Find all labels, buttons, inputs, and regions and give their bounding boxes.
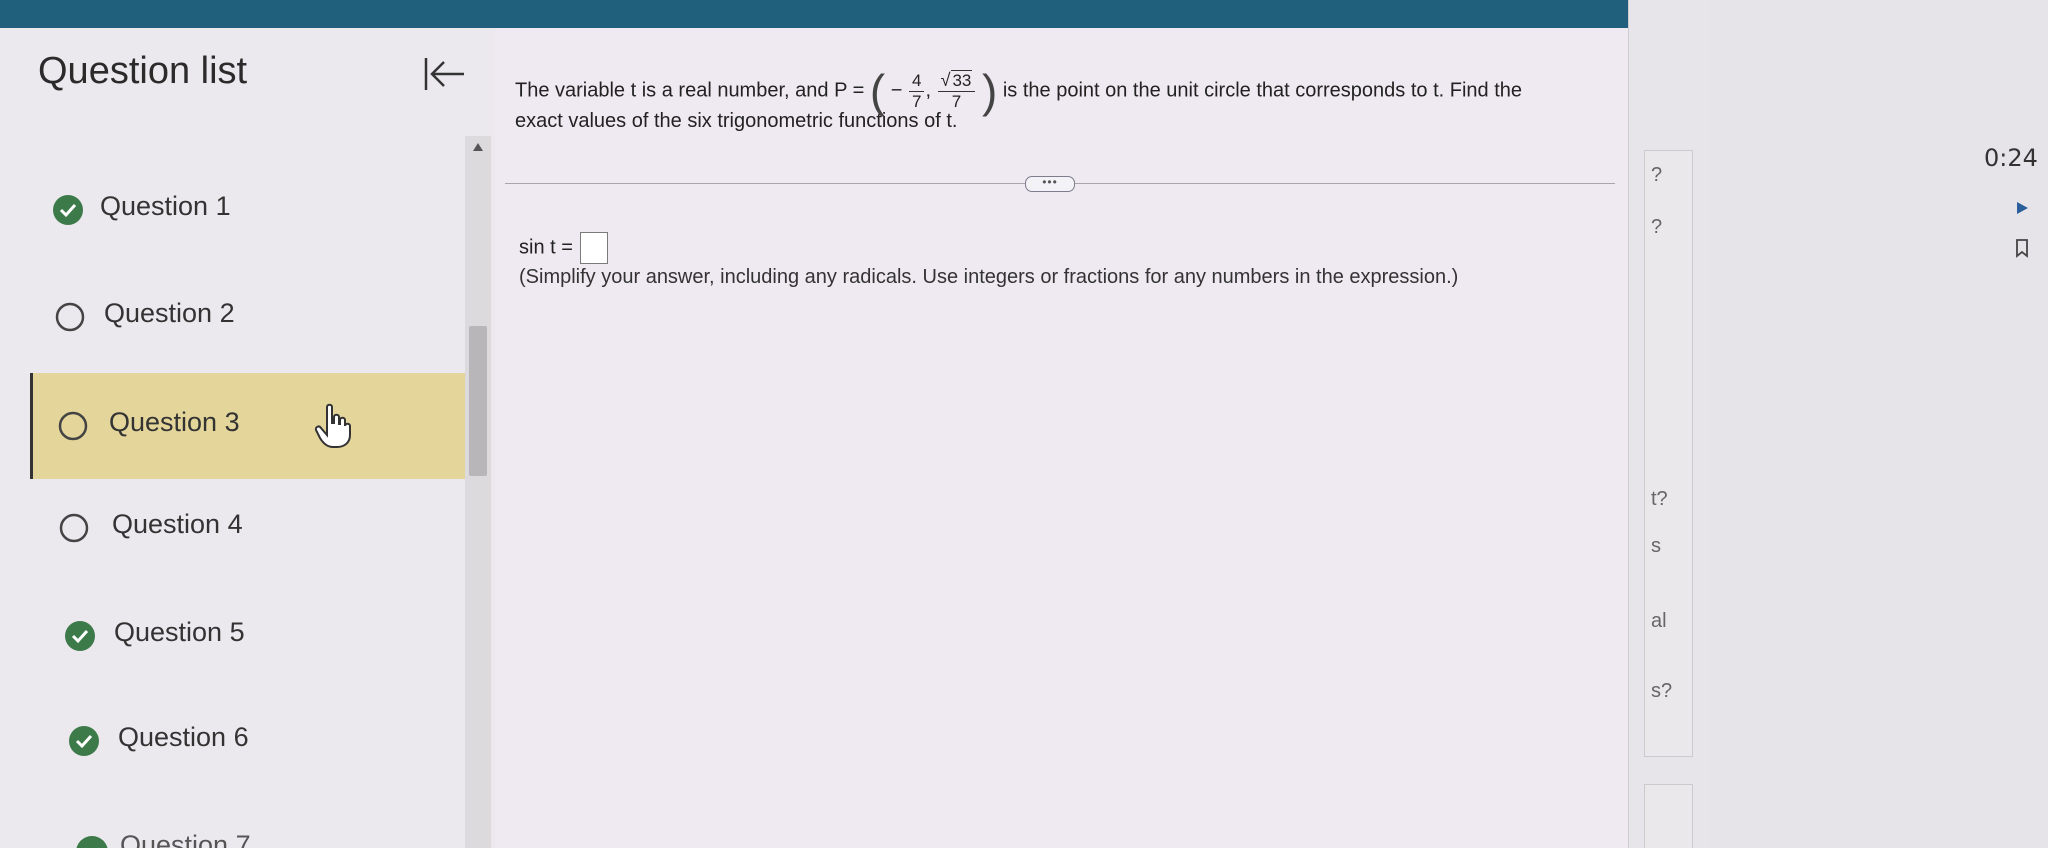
point-y-radicand: 33	[951, 70, 973, 90]
sidebar-item-label: Question 1	[100, 191, 231, 221]
point-y-fraction: √ 33 7	[937, 70, 976, 112]
question-list-sidebar: Question list Question 1 Question 2 Ques…	[0, 28, 495, 848]
question-panel: The variable t is a real number, and P =…	[495, 28, 1628, 848]
prompt-before: The variable t is a real number, and P =	[515, 79, 865, 102]
empty-circle-icon	[54, 301, 86, 333]
sqrt-icon: √	[940, 70, 951, 90]
answer-row: sin t =	[519, 232, 609, 264]
sidebar-item-question-6[interactable]: Question 6	[32, 688, 466, 794]
peek-fragment: s?	[1651, 680, 1673, 702]
sin-t-answer-input[interactable]	[580, 232, 609, 264]
point-x-fraction: 4 7	[908, 71, 925, 112]
scroll-up-arrow-icon[interactable]	[469, 140, 487, 154]
collapse-left-icon	[424, 58, 464, 90]
paren-close: )	[981, 65, 998, 117]
peek-fragment: ?	[1651, 216, 1663, 238]
sidebar-title: Question list	[38, 50, 248, 92]
sidebar-item-question-4[interactable]: Question 4	[32, 475, 466, 581]
check-circle-icon	[64, 620, 96, 652]
check-circle-icon	[68, 725, 100, 757]
play-icon[interactable]	[2014, 200, 2030, 216]
collapse-sidebar-button[interactable]	[420, 52, 470, 96]
timer-display: 0:24	[1984, 144, 2038, 172]
empty-circle-icon	[57, 410, 89, 442]
hand-pointer-icon	[313, 403, 353, 449]
timer-area: 0:24	[1960, 130, 2048, 290]
question-prompt-line2: exact values of the six trigonometric fu…	[515, 110, 958, 132]
point-y-numerator: √ 33	[937, 70, 976, 92]
more-options-button[interactable]: •••	[1025, 176, 1075, 192]
peek-card	[1644, 150, 1693, 757]
point-y-denominator: 7	[951, 92, 962, 111]
check-circle-icon	[76, 836, 108, 848]
peek-fragment: s	[1651, 535, 1661, 557]
sidebar-item-label: Question 5	[114, 617, 245, 647]
screen: Question list Question 1 Question 2 Ques…	[0, 0, 2048, 848]
empty-circle-icon	[58, 512, 90, 544]
sidebar-item-label: Question 2	[104, 298, 235, 328]
point-x-numerator: 4	[908, 71, 925, 92]
sidebar-item-question-3[interactable]: Question 3	[30, 373, 469, 479]
sidebar-item-question-5[interactable]: Question 5	[32, 583, 466, 689]
peek-fragment: al	[1651, 610, 1667, 632]
point-x-denominator: 7	[911, 91, 922, 111]
answer-hint: (Simplify your answer, including any rad…	[519, 266, 1459, 288]
top-bar	[0, 0, 1628, 28]
sidebar-item-question-2[interactable]: Question 2	[32, 264, 466, 370]
sidebar-item-label: Question 6	[118, 722, 249, 752]
peek-fragment: t?	[1651, 488, 1668, 510]
right-peek-panel: ? ? t? s al s?	[1628, 0, 1709, 848]
question-prompt: The variable t is a real number, and P =…	[515, 65, 1523, 117]
scrollbar-thumb[interactable]	[469, 326, 487, 476]
peek-fragment: ?	[1651, 164, 1663, 186]
sidebar-item-label: Question 3	[109, 407, 240, 437]
peek-card	[1644, 784, 1693, 848]
bookmark-icon[interactable]	[2014, 238, 2030, 258]
check-circle-icon	[52, 194, 84, 226]
point-x-sign: −	[890, 79, 903, 102]
sidebar-item-label: Question 4	[112, 509, 243, 539]
sidebar-item-label: Question 7	[120, 830, 251, 848]
answer-label: sin t =	[519, 236, 573, 259]
prompt-after: is the point on the unit circle that cor…	[1002, 79, 1523, 102]
sidebar-scrollbar[interactable]	[465, 136, 491, 848]
sidebar-item-question-7[interactable]: Question 7	[76, 826, 276, 848]
sidebar-item-question-1[interactable]: Question 1	[32, 157, 466, 263]
